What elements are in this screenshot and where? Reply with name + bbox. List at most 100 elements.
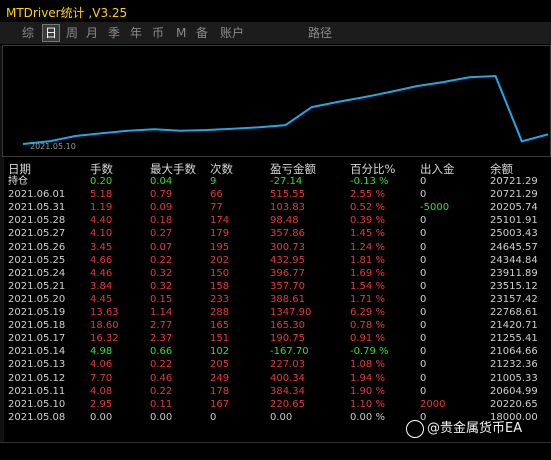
tab-2[interactable]: 周 (64, 25, 80, 41)
cell-pct: 1.71 % (350, 293, 385, 305)
tab-strip: 综日周月季年币 M 备账户 路径 (0, 22, 551, 44)
tab-1[interactable]: 日 (42, 24, 61, 42)
cell-pct: 1.10 % (350, 398, 385, 410)
col-header-flow[interactable]: 出入金 (420, 161, 455, 176)
cell-lots: 1.19 (90, 202, 113, 214)
cell-date: 2021.05.31 (8, 202, 66, 214)
cell-balance: 25003.43 (490, 228, 538, 240)
cell-lots: 4.08 (90, 385, 113, 397)
cell-date: 2021.05.21 (8, 280, 66, 292)
cell-flow: 0 (420, 254, 427, 266)
cell-flow: 0 (420, 215, 427, 227)
cell-balance: 21255.41 (490, 333, 538, 345)
col-header-count[interactable]: 次数 (210, 161, 233, 176)
col-header-balance[interactable]: 余额 (490, 161, 513, 176)
cell-flow: 0 (420, 307, 427, 318)
cell-count: 0 (210, 411, 217, 423)
cell-count: 233 (210, 293, 230, 305)
cell-max_lots: 0.32 (150, 267, 173, 279)
cell-pnl: 388.61 (270, 293, 305, 305)
cell-count: 77 (210, 202, 223, 214)
col-header-pnl[interactable]: 盈亏金额 (270, 161, 316, 176)
watermark-text: @贵金属货币EA (427, 421, 523, 436)
tab-0[interactable]: 综 (20, 25, 36, 41)
cell-pnl: 400.34 (270, 372, 305, 384)
cell-count: 158 (210, 280, 230, 292)
cell-date: 2021.05.14 (8, 346, 66, 358)
cell-count: 66 (210, 189, 223, 201)
cell-pct: 2.55 % (350, 189, 385, 201)
cell-max_lots: 0.66 (150, 346, 173, 358)
cell-pnl: 220.65 (270, 398, 305, 410)
cell-flow: 0 (420, 333, 427, 345)
cell-pnl: 384.34 (270, 385, 305, 397)
cell-max_lots: 0.32 (150, 280, 173, 292)
tab-6[interactable]: 币 (150, 25, 166, 41)
cell-lots: 7.70 (90, 372, 113, 384)
tab-10[interactable]: 路径 (306, 25, 334, 41)
col-header-lots[interactable]: 手数 (90, 161, 113, 176)
cell-lots: 2.95 (90, 398, 113, 410)
cell-max_lots: 1.14 (150, 307, 173, 318)
cell-max_lots: 0.27 (150, 228, 173, 240)
cell-balance: 21420.71 (490, 320, 538, 332)
cell-balance: 24344.84 (490, 254, 538, 266)
col-header-date[interactable]: 日期 (8, 161, 31, 176)
cell-lots: 0.00 (90, 411, 113, 423)
cell-count: 167 (210, 398, 230, 410)
cell-lots: 4.66 (90, 254, 113, 266)
cell-flow: 0 (420, 385, 427, 397)
tab-3[interactable]: 月 (84, 25, 100, 41)
cell-pnl: 165.30 (270, 320, 305, 332)
cell-date: 2021.05.12 (8, 372, 66, 384)
cell-flow: 0 (420, 189, 427, 201)
cell-flow: 0 (420, 293, 427, 305)
cell-max_lots: 0.09 (150, 202, 173, 214)
tab-7[interactable]: M (174, 25, 188, 41)
cell-pct: 1.54 % (350, 280, 385, 292)
cell-pnl: 1347.90 (270, 307, 312, 318)
cell-pct: 1.24 % (350, 241, 385, 253)
cell-pnl: -167.70 (270, 346, 309, 358)
cell-max_lots: 0.22 (150, 385, 173, 397)
cell-max_lots: 0.46 (150, 372, 173, 384)
cell-balance: 21232.36 (490, 359, 538, 371)
cell-pnl: 515.55 (270, 189, 305, 201)
tab-9[interactable]: 账户 (218, 25, 246, 41)
cell-pct: 1.69 % (350, 267, 385, 279)
cell-count: 9 (210, 176, 217, 187)
cell-date: 2021.05.10 (8, 398, 66, 410)
cell-max_lots: 0.18 (150, 215, 173, 227)
cell-pnl: 0.00 (270, 411, 293, 423)
cell-date: 2021.05.27 (8, 228, 66, 240)
tab-8[interactable]: 备 (194, 25, 210, 41)
cell-lots: 16.32 (90, 333, 119, 345)
cell-lots: 3.45 (90, 241, 113, 253)
window-title: MTDriver统计 ,V3.25 (6, 6, 128, 20)
cell-pnl: 190.75 (270, 333, 305, 345)
col-header-pct[interactable]: 百分比% (350, 161, 395, 176)
cell-count: 179 (210, 228, 230, 240)
cell-date: 2021.05.28 (8, 215, 66, 227)
cell-balance: 23157.42 (490, 293, 538, 305)
cell-flow: 0 (420, 241, 427, 253)
col-header-max_lots[interactable]: 最大手数 (150, 161, 196, 176)
cell-max_lots: 0.00 (150, 411, 173, 423)
cell-max_lots: 0.22 (150, 254, 173, 266)
chart-x-start-label: 2021.05.10 (30, 142, 76, 151)
cell-balance: 23515.12 (490, 280, 538, 292)
cell-lots: 4.98 (90, 346, 113, 358)
tab-4[interactable]: 季 (106, 25, 122, 41)
cell-count: 288 (210, 307, 230, 318)
tab-5[interactable]: 年 (128, 25, 144, 41)
cell-count: 151 (210, 333, 230, 345)
cell-pnl: -27.14 (270, 176, 303, 187)
cell-lots: 0.20 (90, 176, 113, 187)
watermark: @贵金属货币EA (406, 417, 522, 438)
cell-balance: 24645.57 (490, 241, 538, 253)
cell-pct: 0.91 % (350, 333, 385, 345)
cell-max_lots: 0.79 (150, 189, 173, 201)
cell-max_lots: 0.11 (150, 398, 173, 410)
cell-flow: 0 (420, 280, 427, 292)
cell-flow: 0 (420, 228, 427, 240)
